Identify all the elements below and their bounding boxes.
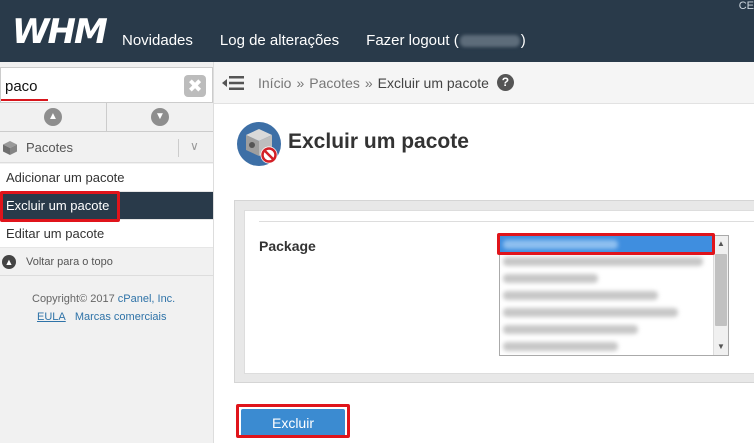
scroll-up-arrow-icon[interactable]: ▲ <box>716 239 726 249</box>
search-input[interactable] <box>5 75 175 97</box>
help-icon[interactable]: ? <box>496 74 514 91</box>
form-inner: Package ▲ ▼ <box>244 210 754 374</box>
sidebar: ✖ ▲ ▼ Pacotes ∨ Adicionar um pacote Excl… <box>0 62 214 443</box>
copyright-text: Copyright© 2017 <box>32 293 118 305</box>
package-option[interactable] <box>503 338 728 355</box>
nav-novidades[interactable]: Novidades <box>122 32 193 49</box>
chevron-down-icon: ▼ <box>151 108 169 126</box>
nav-logout[interactable]: Fazer logout () <box>366 32 526 49</box>
breadcrumb-separator: » <box>364 74 373 91</box>
scroll-down-arrow-icon[interactable]: ▼ <box>716 342 726 352</box>
redacted-package-name <box>503 342 618 351</box>
cpanel-link[interactable]: cPanel, Inc. <box>118 293 175 305</box>
menu-toggle-icon[interactable] <box>222 74 244 92</box>
breadcrumb-separator: » <box>296 74 305 91</box>
whm-logo[interactable]: WHM <box>12 14 112 48</box>
search-box: ✖ <box>0 67 213 103</box>
package-option[interactable] <box>503 287 728 304</box>
chevron-up-icon: ▲ <box>44 108 62 126</box>
redacted-package-name <box>503 257 703 266</box>
package-option[interactable] <box>503 270 728 287</box>
package-option[interactable] <box>503 321 728 338</box>
annotation-highlight <box>0 191 120 222</box>
search-highlight-underline <box>1 99 48 101</box>
divider <box>178 139 179 157</box>
annotation-highlight <box>236 404 350 438</box>
hamburger-icon <box>222 75 244 90</box>
category-label: Pacotes <box>26 140 73 155</box>
logout-label: Fazer logout ( <box>366 32 459 49</box>
category-pacotes[interactable]: Pacotes ∨ <box>0 133 213 163</box>
package-option[interactable] <box>503 253 728 270</box>
redacted-package-name <box>503 325 638 334</box>
page-title: Excluir um pacote <box>288 130 469 153</box>
sidebar-item-adicionar-pacote[interactable]: Adicionar um pacote <box>0 164 213 192</box>
package-label: Package <box>259 238 316 254</box>
scroll-down-button[interactable]: ▼ <box>107 103 213 131</box>
top-bar: WHM Novidades Log de alterações Fazer lo… <box>0 0 754 62</box>
clear-search-icon[interactable]: ✖ <box>184 75 206 97</box>
breadcrumb-inicio[interactable]: Início <box>258 75 291 91</box>
arrow-up-circle-icon: ▲ <box>2 254 16 269</box>
list-scrollbar[interactable]: ▲ ▼ <box>713 236 728 355</box>
back-to-top-link[interactable]: ▲ Voltar para o topo <box>0 248 213 276</box>
redacted-package-name <box>503 308 678 317</box>
delete-package-icon <box>237 122 281 166</box>
redacted-package-name <box>503 274 598 283</box>
divider <box>259 221 754 222</box>
copyright: Copyright© 2017 cPanel, Inc. <box>32 293 175 305</box>
annotation-highlight <box>497 233 715 255</box>
scroll-up-button[interactable]: ▲ <box>0 103 107 131</box>
corner-label: CE <box>738 0 754 12</box>
trademarks-link[interactable]: Marcas comerciais <box>75 311 167 323</box>
username-redacted <box>459 35 520 48</box>
breadcrumb-current: Excluir um pacote <box>377 74 489 91</box>
redacted-package-name <box>503 291 658 300</box>
breadcrumb: Início » Pacotes » Excluir um pacote ? <box>214 62 754 104</box>
package-icon <box>3 140 17 155</box>
breadcrumb-pacotes[interactable]: Pacotes <box>309 75 360 91</box>
sidebar-scroll-arrows: ▲ ▼ <box>0 103 213 132</box>
scrollbar-thumb[interactable] <box>715 254 727 326</box>
logout-suffix: ) <box>520 32 526 49</box>
back-to-top-label: Voltar para o topo <box>26 255 113 268</box>
footer-links: EULA Marcas comerciais <box>37 311 173 323</box>
sidebar-item-editar-pacote[interactable]: Editar um pacote <box>0 220 213 248</box>
package-option[interactable] <box>503 304 728 321</box>
top-nav: Novidades Log de alterações Fazer logout… <box>122 32 553 49</box>
nav-changelog[interactable]: Log de alterações <box>220 32 339 49</box>
chevron-down-icon[interactable]: ∨ <box>190 139 199 153</box>
delete-package-form: Package ▲ ▼ <box>234 200 754 383</box>
svg-text:WHM: WHM <box>12 14 108 48</box>
eula-link[interactable]: EULA <box>37 311 66 323</box>
